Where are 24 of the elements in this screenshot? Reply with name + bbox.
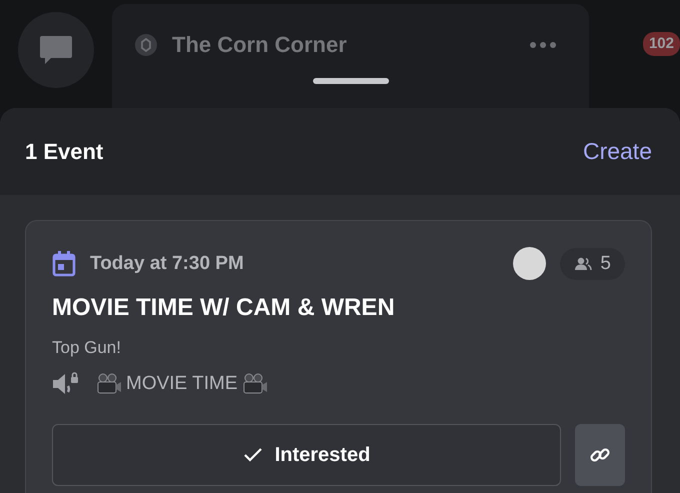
more-options-icon[interactable] bbox=[529, 41, 557, 49]
interested-button[interactable]: Interested bbox=[52, 424, 561, 486]
channel-name[interactable]: MOVIE TIME bbox=[126, 373, 238, 395]
count-number: 5 bbox=[600, 252, 611, 274]
drag-handle[interactable] bbox=[312, 78, 388, 84]
copy-link-button[interactable] bbox=[575, 424, 625, 486]
checkmark-icon bbox=[242, 447, 263, 463]
create-button[interactable]: Create bbox=[582, 138, 652, 165]
chat-bubble-icon bbox=[39, 35, 73, 65]
unread-badge: 102 bbox=[642, 32, 680, 56]
locked-voice-channel-icon bbox=[52, 372, 80, 396]
interested-label: Interested bbox=[274, 444, 370, 466]
event-title: MOVIE TIME W/ CAM & WREN bbox=[52, 294, 396, 322]
server-name: The Corn Corner bbox=[172, 32, 347, 58]
sheet-title: 1 Event bbox=[25, 138, 104, 164]
event-card[interactable]: Today at 7:30 PM 5 MOVIE TIME W/ CAM & WREN Top Gun! MOVIE TIME Interested bbox=[25, 220, 652, 493]
people-icon bbox=[574, 256, 592, 270]
calendar-icon bbox=[52, 250, 76, 276]
event-description: Top Gun! bbox=[52, 338, 122, 358]
host-avatar bbox=[513, 247, 546, 280]
event-time: Today at 7:30 PM bbox=[90, 252, 244, 274]
film-camera-icon bbox=[96, 373, 122, 395]
server-badge-icon bbox=[134, 33, 158, 57]
film-camera-icon bbox=[242, 373, 268, 395]
